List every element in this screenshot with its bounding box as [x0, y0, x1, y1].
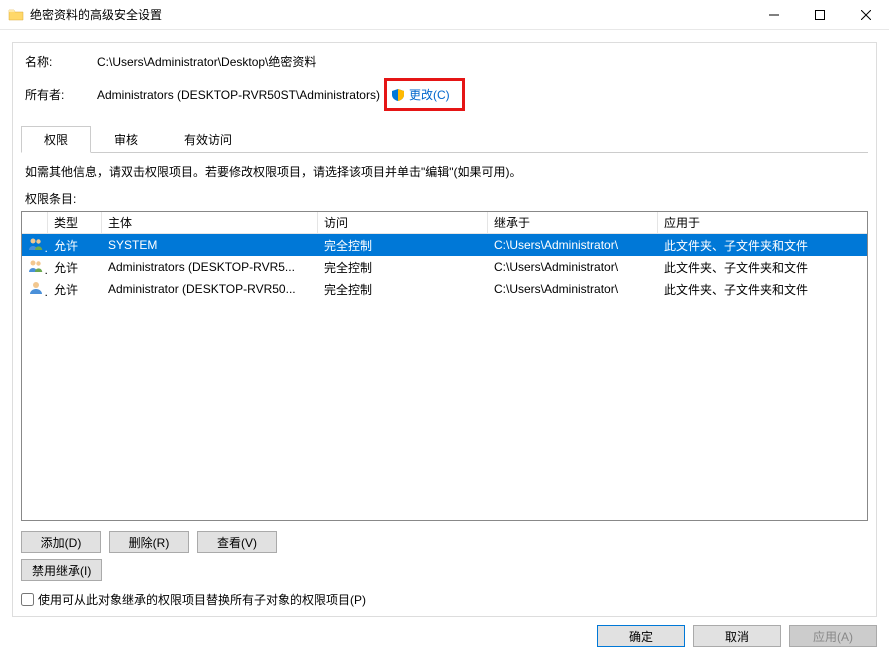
table-header: 类型 主体 访问 继承于 应用于 — [22, 212, 867, 234]
cell-principal: Administrator (DESKTOP-RVR50... — [102, 280, 318, 298]
apply-button[interactable]: 应用(A) — [789, 625, 877, 647]
th-principal[interactable]: 主体 — [102, 212, 318, 233]
shield-icon — [391, 88, 405, 102]
cell-access: 完全控制 — [318, 235, 488, 256]
replace-child-permissions-label: 使用可从此对象继承的权限项目替换所有子对象的权限项目(P) — [38, 591, 366, 608]
titlebar: 绝密资料的高级安全设置 — [0, 0, 889, 30]
main-panel: 名称: C:\Users\Administrator\Desktop\绝密资料 … — [12, 42, 877, 617]
cancel-button[interactable]: 取消 — [693, 625, 781, 647]
tab-effective-access[interactable]: 有效访问 — [161, 126, 255, 153]
cell-access: 完全控制 — [318, 257, 488, 278]
th-access[interactable]: 访问 — [318, 212, 488, 233]
permission-table: 类型 主体 访问 继承于 应用于 允许SYSTEM完全控制C:\Users\Ad… — [21, 211, 868, 521]
cell-inherited-from: C:\Users\Administrator\ — [488, 236, 658, 254]
help-text: 如需其他信息，请双击权限项目。若要修改权限项目，请选择该项目并单击"编辑"(如果… — [25, 163, 864, 180]
cell-type: 允许 — [48, 235, 102, 256]
users-icon — [22, 256, 48, 279]
view-button[interactable]: 查看(V) — [197, 531, 277, 553]
owner-value: Administrators (DESKTOP-RVR50ST\Administ… — [97, 88, 380, 102]
cell-type: 允许 — [48, 279, 102, 300]
name-value: C:\Users\Administrator\Desktop\绝密资料 — [97, 53, 316, 70]
cell-applies-to: 此文件夹、子文件夹和文件 — [658, 279, 867, 300]
minimize-button[interactable] — [751, 0, 797, 30]
folder-icon — [8, 7, 24, 23]
add-button[interactable]: 添加(D) — [21, 531, 101, 553]
disable-inheritance-button[interactable]: 禁用继承(I) — [21, 559, 102, 581]
window-title: 绝密资料的高级安全设置 — [30, 6, 162, 23]
name-label: 名称: — [25, 53, 97, 70]
cell-applies-to: 此文件夹、子文件夹和文件 — [658, 257, 867, 278]
users-icon — [22, 234, 48, 257]
cell-type: 允许 — [48, 257, 102, 278]
table-row[interactable]: 允许Administrator (DESKTOP-RVR50...完全控制C:\… — [22, 278, 867, 300]
cell-inherited-from: C:\Users\Administrator\ — [488, 280, 658, 298]
close-button[interactable] — [843, 0, 889, 30]
th-applies-to[interactable]: 应用于 — [658, 212, 867, 233]
cell-inherited-from: C:\Users\Administrator\ — [488, 258, 658, 276]
table-row[interactable]: 允许Administrators (DESKTOP-RVR5...完全控制C:\… — [22, 256, 867, 278]
tabs: 权限 审核 有效访问 — [21, 125, 868, 153]
cell-access: 完全控制 — [318, 279, 488, 300]
maximize-button[interactable] — [797, 0, 843, 30]
th-type[interactable]: 类型 — [48, 212, 102, 233]
change-owner-link[interactable]: 更改(C) — [405, 84, 454, 105]
tab-auditing[interactable]: 审核 — [91, 126, 161, 153]
owner-label: 所有者: — [25, 86, 97, 103]
user-icon — [22, 278, 48, 301]
remove-button[interactable]: 删除(R) — [109, 531, 189, 553]
th-inherited-from[interactable]: 继承于 — [488, 212, 658, 233]
ok-button[interactable]: 确定 — [597, 625, 685, 647]
table-row[interactable]: 允许SYSTEM完全控制C:\Users\Administrator\此文件夹、… — [22, 234, 867, 256]
cell-applies-to: 此文件夹、子文件夹和文件 — [658, 235, 867, 256]
cell-principal: SYSTEM — [102, 236, 318, 254]
dialog-footer: 确定 取消 应用(A) — [12, 617, 877, 647]
cell-principal: Administrators (DESKTOP-RVR5... — [102, 258, 318, 276]
entries-label: 权限条目: — [25, 190, 864, 207]
replace-child-permissions-checkbox[interactable] — [21, 593, 34, 606]
highlight-box: 更改(C) — [384, 78, 465, 111]
tab-permissions[interactable]: 权限 — [21, 126, 91, 153]
